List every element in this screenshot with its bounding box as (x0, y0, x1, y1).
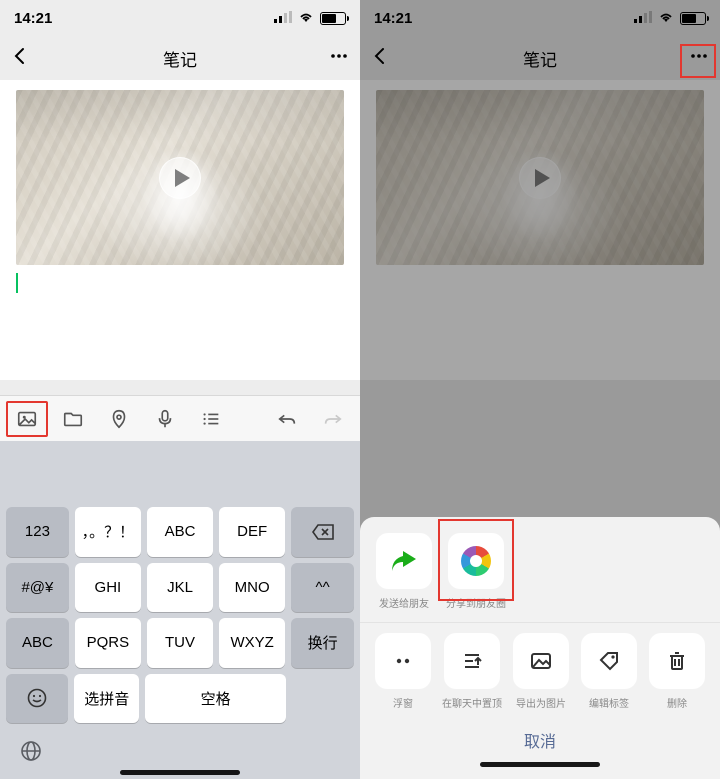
nav-title: 笔记 (0, 46, 360, 71)
editor-toolbar (0, 395, 360, 441)
action-pin[interactable]: 在聊天中置顶 (442, 633, 502, 710)
screen-share-sheet: 14:21 笔记 发送给朋 (360, 0, 720, 779)
key-pqrs[interactable]: PQRS (75, 618, 141, 668)
insert-location-button[interactable] (98, 401, 140, 437)
note-content-area[interactable] (0, 80, 360, 380)
status-time: 14:21 (14, 10, 52, 27)
back-icon[interactable] (10, 46, 30, 71)
insert-file-button[interactable] (52, 401, 94, 437)
keyboard: 123 ，。？！ ABC DEF #@¥ GHI JKL MNO ^^ ABC … (0, 501, 360, 779)
undo-button[interactable] (266, 401, 308, 437)
moments-icon (461, 546, 491, 576)
key-mno[interactable]: MNO (219, 563, 285, 613)
sheet-divider (360, 622, 720, 623)
globe-icon[interactable] (16, 736, 46, 766)
note-video-thumbnail[interactable] (16, 90, 344, 265)
nav-bar: 笔记 (0, 36, 360, 80)
status-bar: 14:21 (0, 0, 360, 36)
share-sheet: 发送给朋友 分享到朋友圈 浮窗 在聊天中置顶 导出为图片 编 (360, 517, 720, 779)
keyboard-suggestion-bar (0, 441, 360, 501)
more-icon[interactable] (328, 45, 350, 72)
key-tuv[interactable]: TUV (147, 618, 213, 668)
key-symbols[interactable]: #@¥ (6, 563, 69, 613)
key-emoji[interactable] (6, 674, 68, 724)
key-ghi[interactable]: GHI (75, 563, 141, 613)
list-button[interactable] (190, 401, 232, 437)
share-send-friend[interactable]: 发送给朋友 (374, 533, 434, 610)
key-return[interactable]: 换行 (291, 618, 354, 668)
key-jkl[interactable]: JKL (147, 563, 213, 613)
key-123[interactable]: 123 (6, 507, 69, 557)
status-icons (274, 10, 346, 27)
key-alpha[interactable]: ABC (6, 618, 69, 668)
share-row-top: 发送给朋友 分享到朋友圈 (360, 533, 720, 618)
action-delete[interactable]: 删除 (648, 633, 706, 710)
key-space[interactable]: 空格 (145, 674, 286, 724)
battery-icon (320, 12, 346, 25)
key-punct[interactable]: ，。？！ (75, 507, 141, 557)
share-moments[interactable]: 分享到朋友圈 (446, 533, 506, 610)
insert-image-button[interactable] (6, 401, 48, 437)
redo-button[interactable] (312, 401, 354, 437)
action-float[interactable]: 浮窗 (374, 633, 432, 710)
action-edit-tags[interactable]: 编辑标签 (580, 633, 638, 710)
play-icon[interactable] (159, 157, 201, 199)
screen-notes-editor: 14:21 笔记 (0, 0, 360, 779)
key-backspace[interactable] (291, 507, 354, 557)
action-export-image[interactable]: 导出为图片 (512, 633, 570, 710)
text-cursor (16, 273, 18, 293)
key-select-pinyin[interactable]: 选拼音 (74, 674, 139, 724)
home-indicator (120, 770, 240, 775)
key-wxyz[interactable]: WXYZ (219, 618, 285, 668)
share-row-bottom: 浮窗 在聊天中置顶 导出为图片 编辑标签 删除 (360, 633, 720, 718)
key-def[interactable]: DEF (219, 507, 285, 557)
home-indicator (480, 762, 600, 767)
signal-icon (274, 10, 292, 27)
key-abc2[interactable]: ABC (147, 507, 213, 557)
key-caret[interactable]: ^^ (291, 563, 354, 613)
cancel-button[interactable]: 取消 (360, 718, 720, 756)
wifi-icon (298, 10, 314, 27)
voice-input-button[interactable] (144, 401, 186, 437)
